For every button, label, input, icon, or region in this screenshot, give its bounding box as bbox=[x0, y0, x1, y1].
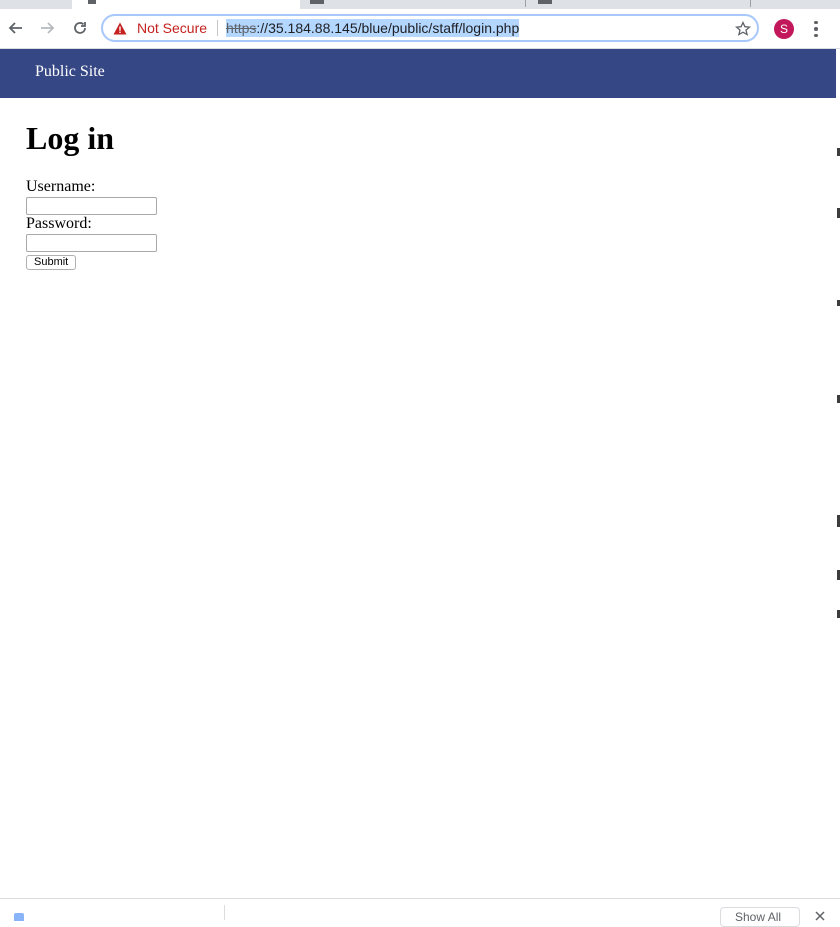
submit-button[interactable]: Submit bbox=[26, 255, 77, 270]
menu-icon[interactable] bbox=[808, 18, 824, 40]
url-scheme: https bbox=[226, 20, 257, 36]
public-site-link[interactable]: Public Site bbox=[35, 63, 105, 81]
login-section: Log in Username: Password: Submit bbox=[26, 118, 157, 270]
username-label: Username: bbox=[26, 178, 96, 195]
download-bar: Show All bbox=[0, 898, 840, 927]
tab-divider bbox=[750, 0, 751, 7]
login-form: Username: Password: Submit bbox=[26, 178, 157, 270]
site-header: Public Site bbox=[0, 49, 836, 98]
tab-divider bbox=[525, 0, 526, 7]
forward-icon[interactable] bbox=[35, 16, 59, 40]
password-label: Password: bbox=[26, 215, 92, 232]
security-status[interactable]: Not Secure bbox=[137, 20, 207, 36]
warning-icon[interactable] bbox=[113, 21, 127, 35]
close-icon[interactable] bbox=[814, 909, 826, 921]
tab-favicon-icon bbox=[538, 0, 552, 4]
reload-icon[interactable] bbox=[68, 16, 92, 40]
profile-avatar[interactable]: S bbox=[774, 19, 794, 39]
tab-favicon-icon bbox=[310, 0, 324, 4]
tab-favicon-icon bbox=[88, 0, 96, 4]
url-text[interactable]: https://35.184.88.145/blue/public/staff/… bbox=[226, 19, 520, 37]
download-file-icon[interactable] bbox=[14, 913, 24, 921]
show-all-button[interactable]: Show All bbox=[720, 907, 800, 927]
download-divider bbox=[224, 905, 225, 920]
url-path: ://35.184.88.145/blue/public/staff/login… bbox=[256, 20, 520, 36]
star-icon[interactable] bbox=[734, 20, 752, 37]
username-field[interactable] bbox=[26, 197, 157, 215]
omnibox-divider bbox=[217, 20, 219, 36]
active-tab[interactable] bbox=[72, 0, 300, 9]
tab-strip bbox=[0, 0, 840, 9]
back-icon[interactable] bbox=[4, 16, 28, 40]
password-field[interactable] bbox=[26, 234, 157, 252]
address-bar[interactable]: Not Secure https://35.184.88.145/blue/pu… bbox=[101, 14, 759, 42]
right-edge bbox=[836, 49, 840, 899]
page-title: Log in bbox=[26, 120, 115, 156]
browser-toolbar: Not Secure https://35.184.88.145/blue/pu… bbox=[0, 9, 840, 49]
